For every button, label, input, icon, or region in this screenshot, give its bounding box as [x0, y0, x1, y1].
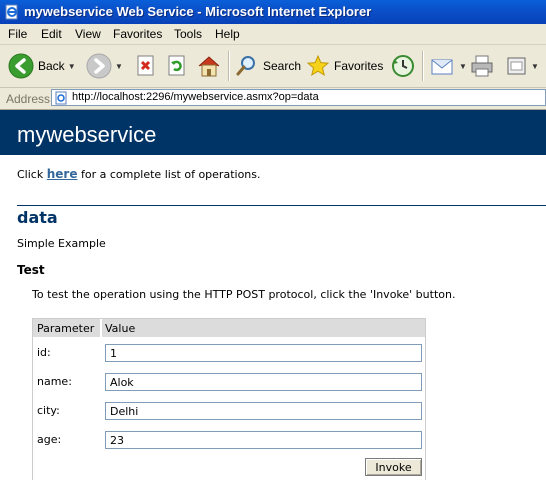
- age-input[interactable]: [105, 431, 422, 449]
- forward-dropdown-icon[interactable]: ▼: [115, 62, 123, 71]
- city-input[interactable]: [105, 402, 422, 420]
- window-title: mywebservice Web Service - Microsoft Int…: [24, 4, 372, 19]
- operation-name: data: [17, 208, 58, 227]
- refresh-button[interactable]: [165, 49, 189, 83]
- mail-dropdown-icon[interactable]: ▼: [459, 62, 467, 71]
- history-button[interactable]: [390, 49, 416, 83]
- search-label: Search: [263, 59, 302, 73]
- toolbar-separator: [422, 51, 424, 81]
- header-divider: [100, 319, 102, 337]
- test-description: To test the operation using the HTTP POS…: [32, 288, 456, 301]
- intro-suffix: for a complete list of operations.: [77, 168, 261, 181]
- stop-button[interactable]: [134, 49, 158, 83]
- star-icon: [306, 54, 330, 77]
- toolbar-separator: [228, 51, 230, 81]
- param-label-id: id:: [37, 346, 51, 359]
- header-value: Value: [105, 322, 136, 335]
- service-banner: mywebservice: [0, 110, 546, 155]
- param-label-city: city:: [37, 404, 60, 417]
- edit-page-icon: [507, 57, 526, 75]
- page-content: mywebservice Click here for a complete l…: [0, 110, 546, 480]
- history-icon: [392, 55, 414, 77]
- back-dropdown-icon[interactable]: ▼: [68, 62, 76, 71]
- menu-view[interactable]: View: [75, 27, 101, 41]
- parameter-form: Parameter Value id: name: city: age: Inv…: [32, 318, 426, 480]
- menu-help[interactable]: Help: [215, 27, 240, 41]
- test-heading: Test: [17, 263, 45, 277]
- service-name: mywebservice: [17, 122, 157, 147]
- search-icon: [236, 56, 255, 76]
- address-url: http://localhost:2296/mywebservice.asmx?…: [72, 91, 319, 103]
- operations-link[interactable]: here: [47, 167, 78, 181]
- forward-button[interactable]: ▼: [86, 49, 123, 83]
- page-icon: [55, 91, 67, 105]
- divider: [17, 205, 546, 206]
- operation-description: Simple Example: [17, 237, 106, 250]
- name-input[interactable]: [105, 373, 422, 391]
- intro-text: Click here for a complete list of operat…: [17, 167, 261, 181]
- param-label-name: name:: [37, 375, 72, 388]
- intro-prefix: Click: [17, 168, 47, 181]
- menu-bar: File Edit View Favorites Tools Help: [0, 24, 546, 45]
- menu-file[interactable]: File: [8, 27, 27, 41]
- address-label: Address: [6, 92, 51, 106]
- ie-page-icon: [5, 4, 18, 20]
- edit-page-button[interactable]: ▼: [506, 49, 539, 83]
- favorites-button[interactable]: Favorites: [306, 49, 383, 83]
- parameter-table-header: Parameter Value: [33, 319, 425, 337]
- refresh-icon: [168, 55, 185, 76]
- mail-icon: [431, 59, 453, 75]
- back-arrow-icon: [8, 53, 34, 79]
- menu-edit[interactable]: Edit: [41, 27, 62, 41]
- header-parameter: Parameter: [37, 322, 95, 335]
- edit-dropdown-icon[interactable]: ▼: [531, 62, 539, 71]
- forward-arrow-icon: [86, 53, 112, 79]
- favorites-label: Favorites: [334, 59, 384, 73]
- invoke-button[interactable]: Invoke: [365, 458, 422, 476]
- id-input[interactable]: [105, 344, 422, 362]
- menu-favorites[interactable]: Favorites: [113, 27, 162, 41]
- home-button[interactable]: [196, 49, 222, 83]
- address-bar: Address http://localhost:2296/mywebservi…: [0, 88, 546, 110]
- title-bar[interactable]: mywebservice Web Service - Microsoft Int…: [0, 0, 546, 24]
- param-label-age: age:: [37, 433, 62, 446]
- stop-icon: [137, 55, 154, 76]
- printer-icon: [471, 55, 493, 77]
- search-button[interactable]: Search: [235, 49, 301, 83]
- menu-tools[interactable]: Tools: [174, 27, 202, 41]
- mail-button[interactable]: ▼: [430, 49, 467, 83]
- address-input[interactable]: http://localhost:2296/mywebservice.asmx?…: [51, 89, 546, 106]
- back-button[interactable]: Back ▼: [8, 49, 76, 83]
- back-label: Back: [38, 59, 65, 73]
- print-button[interactable]: [469, 49, 495, 83]
- home-icon: [198, 56, 220, 77]
- toolbar: Back ▼ ▼ Search Favorites ▼ ▼: [0, 45, 546, 88]
